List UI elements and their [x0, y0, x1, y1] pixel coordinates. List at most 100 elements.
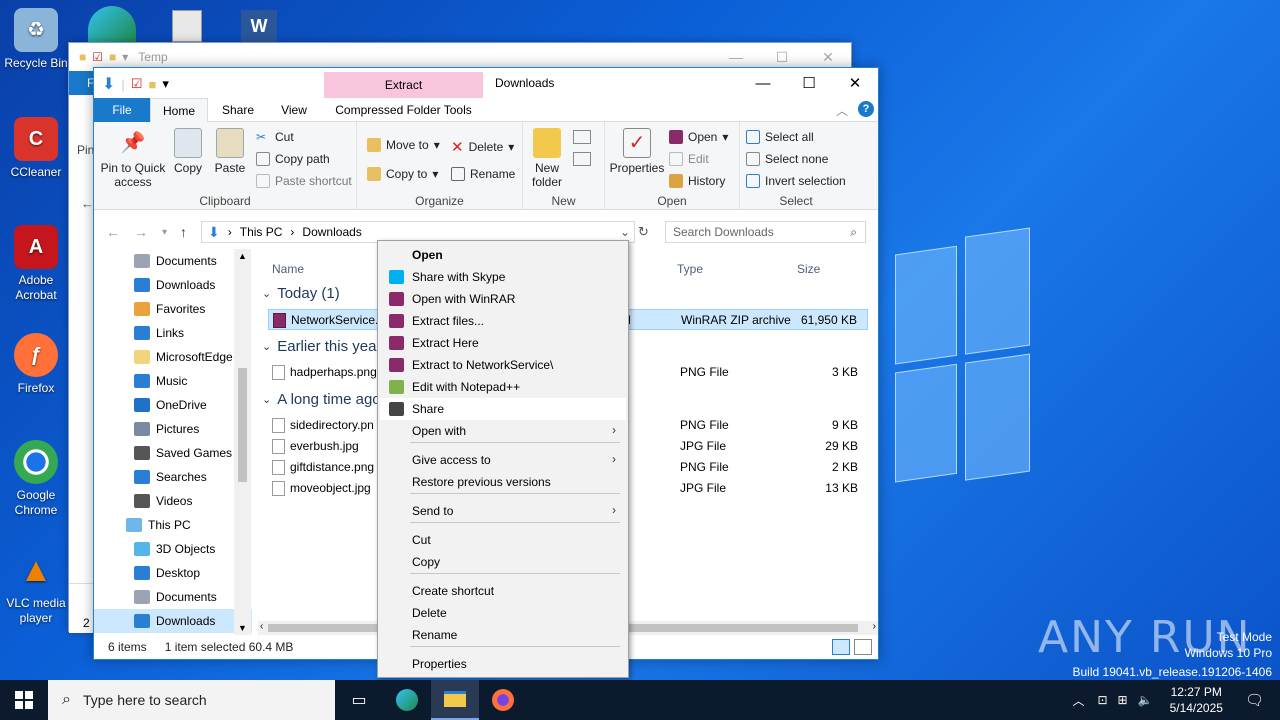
down-arrow-icon[interactable]: ⬇ — [102, 74, 115, 94]
close-button[interactable]: ✕ — [832, 68, 878, 98]
properties-button[interactable]: ✓ Properties — [609, 128, 665, 175]
column-size[interactable]: Size — [797, 262, 820, 276]
search-box[interactable]: Search Downloads ⌕ — [665, 221, 866, 243]
context-menu-item[interactable]: Properties — [380, 653, 626, 675]
nav-scrollbar-thumb[interactable] — [238, 368, 247, 482]
copy-to-button[interactable]: Copy to ▾ — [367, 167, 438, 181]
pin-to-quick-access-button[interactable]: 📌 Pin to Quick access — [100, 128, 166, 189]
nav-item[interactable]: Desktop — [94, 561, 252, 585]
nav-item[interactable]: Links — [94, 321, 252, 345]
desktop-icon-firefox[interactable]: ƒ Firefox — [0, 333, 72, 396]
context-menu-item[interactable]: Send to › — [380, 500, 626, 522]
nav-item[interactable]: This PC — [94, 513, 252, 537]
nav-item[interactable]: Downloads — [94, 273, 252, 297]
context-menu-item[interactable]: Edit with Notepad++ — [380, 376, 626, 398]
history-button[interactable]: History — [669, 174, 725, 188]
context-menu-item[interactable]: Open — [380, 244, 626, 266]
context-menu-item[interactable]: Copy — [380, 551, 626, 573]
ethernet-icon[interactable]: ⊞ — [1113, 693, 1133, 707]
context-menu-item[interactable]: Delete — [380, 602, 626, 624]
context-menu-item[interactable]: Extract files... — [380, 310, 626, 332]
new-folder-button[interactable]: New folder — [529, 128, 565, 189]
delete-button[interactable]: ✕ Delete ▾ — [451, 138, 514, 156]
nav-item[interactable]: Downloads — [94, 609, 252, 633]
edge-desktop-icon[interactable] — [88, 6, 136, 42]
scroll-up-icon[interactable]: ▲ — [238, 251, 247, 261]
volume-icon[interactable]: 🔈 — [1133, 693, 1158, 707]
nav-item[interactable]: Videos — [94, 489, 252, 513]
nav-item[interactable]: Searches — [94, 465, 252, 489]
start-button[interactable] — [0, 680, 48, 720]
taskbar-file-explorer[interactable] — [431, 680, 479, 720]
desktop-icon-ccleaner[interactable]: C CCleaner — [0, 117, 72, 180]
open-button[interactable]: Open ▾ — [669, 130, 728, 144]
nav-item[interactable]: Favorites — [94, 297, 252, 321]
file-tab[interactable]: F — [69, 71, 95, 95]
invert-selection-button[interactable]: Invert selection — [746, 174, 846, 188]
scroll-right-icon[interactable]: › — [873, 621, 876, 632]
collapse-ribbon-icon[interactable]: ︿ — [836, 102, 848, 119]
select-none-button[interactable]: Select none — [746, 152, 828, 166]
context-menu-item[interactable]: Share with Skype — [380, 266, 626, 288]
cut-button[interactable]: ✂ Cut — [256, 130, 294, 144]
details-view-icon[interactable] — [832, 639, 850, 655]
easy-access-icon[interactable] — [573, 152, 591, 166]
paste-shortcut-button[interactable]: Paste shortcut — [256, 174, 352, 188]
recent-locations-icon[interactable]: ▾ — [162, 227, 167, 238]
scroll-down-icon[interactable]: ▼ — [238, 623, 247, 633]
new-item-icon[interactable] — [573, 130, 591, 144]
properties-icon[interactable]: ☑ — [131, 76, 143, 92]
breadcrumb-downloads[interactable]: Downloads — [302, 225, 361, 239]
tab-home[interactable]: Home — [150, 98, 208, 122]
tab-view[interactable]: View — [266, 98, 322, 122]
maximize-button[interactable]: ☐ — [786, 68, 832, 98]
context-menu-item[interactable]: Extract to NetworkService\ — [380, 354, 626, 376]
new-folder-icon[interactable]: ■ — [148, 77, 156, 92]
select-all-button[interactable]: Select all — [746, 130, 814, 144]
nav-item[interactable]: Saved Games — [94, 441, 252, 465]
up-arrow-icon[interactable]: ↑ — [180, 224, 187, 240]
context-menu-item[interactable]: Restore previous versions — [380, 471, 626, 493]
taskbar-edge[interactable] — [383, 680, 431, 720]
column-type[interactable]: Type — [677, 262, 703, 276]
notifications-icon[interactable]: 🗨 — [1235, 691, 1280, 709]
desktop-icon-recycle-bin[interactable]: ♻ Recycle Bin — [0, 8, 72, 71]
large-icons-view-icon[interactable] — [854, 639, 872, 655]
show-hidden-icons-icon[interactable]: ︿ — [1064, 692, 1092, 709]
copy-path-button[interactable]: Copy path — [256, 152, 330, 166]
back-arrow-icon[interactable]: ← — [106, 224, 120, 240]
word-desktop-icon[interactable]: W — [241, 10, 277, 42]
context-menu-item[interactable]: Open with › — [380, 420, 626, 442]
column-name[interactable]: Name — [272, 262, 304, 276]
context-menu-item[interactable]: Open with WinRAR — [380, 288, 626, 310]
group-earlier-this-year[interactable]: ⌄ Earlier this year — [262, 338, 381, 355]
nav-item[interactable]: MicrosoftEdge — [94, 345, 252, 369]
nav-item[interactable]: Music — [94, 369, 252, 393]
forward-arrow-icon[interactable]: → — [134, 224, 148, 240]
desktop-icon-acrobat[interactable]: A Adobe Acrobat — [0, 225, 72, 303]
context-menu-item[interactable]: Extract Here — [380, 332, 626, 354]
scroll-left-icon[interactable]: ‹ — [260, 621, 263, 632]
nav-item[interactable]: 3D Objects — [94, 537, 252, 561]
copy-button[interactable]: Copy — [170, 128, 206, 175]
customize-qat-icon[interactable]: ▾ — [162, 76, 169, 92]
paste-button[interactable]: Paste — [212, 128, 248, 175]
clock[interactable]: 12:27 PM 5/14/2025 — [1158, 684, 1235, 716]
nav-item[interactable]: Documents — [94, 585, 252, 609]
help-icon[interactable]: ? — [858, 101, 874, 117]
address-dropdown-icon[interactable]: ⌄ — [620, 225, 630, 239]
tab-share[interactable]: Share — [210, 98, 266, 122]
network-icon[interactable]: ⊡ — [1092, 693, 1112, 707]
search-input[interactable]: Search Downloads — [673, 225, 774, 239]
desktop-icon-vlc[interactable]: ▲ VLC media player — [0, 548, 72, 626]
context-menu-item[interactable]: Give access to › — [380, 449, 626, 471]
nav-item[interactable]: OneDrive — [94, 393, 252, 417]
context-menu-item[interactable]: Share — [380, 398, 626, 420]
breadcrumb-this-pc[interactable]: This PC — [240, 225, 283, 239]
nav-item[interactable]: Pictures — [94, 417, 252, 441]
context-menu-item[interactable]: Create shortcut — [380, 580, 626, 602]
edit-button[interactable]: Edit — [669, 152, 709, 166]
group-today[interactable]: ⌄ Today (1) — [262, 285, 340, 302]
minimize-button[interactable]: — — [740, 68, 786, 98]
context-menu-item[interactable]: Cut — [380, 529, 626, 551]
